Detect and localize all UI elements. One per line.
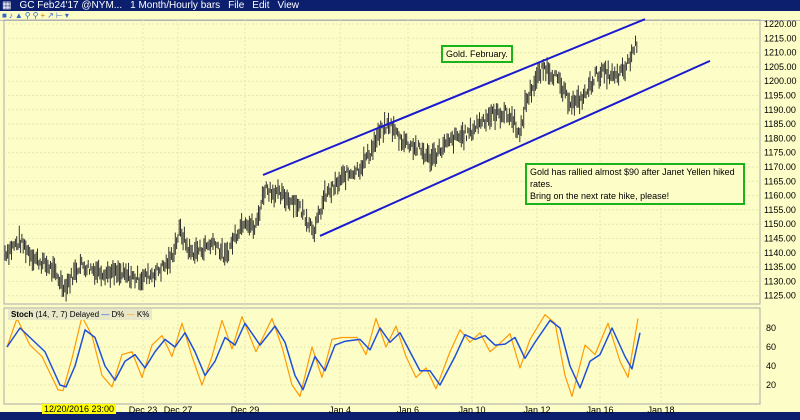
d-legend[interactable]: D% xyxy=(112,310,125,319)
stoch-legend[interactable]: Stoch (14, 7, 7) Delayed — D% — K% xyxy=(8,309,153,320)
note-line: Bring on the next rate hike, please! xyxy=(530,191,670,201)
y-tick-label: 1175.00 xyxy=(764,148,796,158)
cursor-date: 12/20/2016 23:00 xyxy=(42,404,117,414)
stoch-panel xyxy=(3,307,761,405)
y-tick-label: 1205.00 xyxy=(764,62,797,72)
stoch-tick-label: 80 xyxy=(766,323,776,333)
y-tick-label: 1185.00 xyxy=(764,119,796,129)
note-line: Gold has rallied almost $90 after Janet … xyxy=(530,167,735,189)
y-tick-label: 1195.00 xyxy=(764,91,796,101)
y-tick-label: 1130.00 xyxy=(764,276,796,286)
y-tick-label: 1170.00 xyxy=(764,162,796,172)
stoch-tick-label: 20 xyxy=(766,380,776,390)
stoch-tick-label: 60 xyxy=(766,342,776,352)
stoch-params: (14, 7, 7) Delayed xyxy=(35,310,100,319)
y-tick-label: 1125.00 xyxy=(764,291,796,301)
y-tick-label: 1145.00 xyxy=(764,234,796,244)
note-gold-february: Gold. February. xyxy=(441,45,513,63)
x-tick-label: Jan 10 xyxy=(458,405,485,415)
stoch-d-line xyxy=(6,319,641,391)
y-tick-label: 1210.00 xyxy=(764,48,797,58)
stoch-label: Stoch xyxy=(11,310,34,319)
x-tick-label: Dec 23 xyxy=(129,405,158,415)
x-tick-label: Jan 12 xyxy=(523,405,550,415)
x-tick-label: Dec 27 xyxy=(164,405,193,415)
y-tick-label: 1155.00 xyxy=(764,205,796,215)
y-tick-label: 1160.00 xyxy=(764,191,796,201)
x-tick-label: Jan 4 xyxy=(329,405,351,415)
y-tick-label: 1180.00 xyxy=(764,133,796,143)
y-tick-label: 1135.00 xyxy=(764,262,796,272)
x-tick-label: Dec 29 xyxy=(231,405,260,415)
x-tick-label: Jan 6 xyxy=(397,405,419,415)
note-comment: Gold has rallied almost $90 after Janet … xyxy=(525,163,745,205)
price-panel xyxy=(3,19,761,305)
price-chart[interactable]: 1220.00 1215.00 1210.00 1205.00 1200.00 1195.… xyxy=(0,0,800,420)
y-tick-label: 1150.00 xyxy=(764,219,796,229)
y-tick-label: 1215.00 xyxy=(764,33,797,43)
x-tick-label: Jan 16 xyxy=(586,405,613,415)
channel-line xyxy=(319,59,711,237)
stoch-tick-label: 40 xyxy=(766,361,776,371)
y-tick-label: 1140.00 xyxy=(764,248,796,258)
y-tick-label: 1190.00 xyxy=(764,105,796,115)
x-tick-label: Jan 18 xyxy=(647,405,674,415)
y-tick-label: 1200.00 xyxy=(764,76,797,86)
y-tick-label: 1165.00 xyxy=(764,176,796,186)
k-legend[interactable]: K% xyxy=(137,310,149,319)
y-tick-label: 1220.00 xyxy=(764,19,797,29)
